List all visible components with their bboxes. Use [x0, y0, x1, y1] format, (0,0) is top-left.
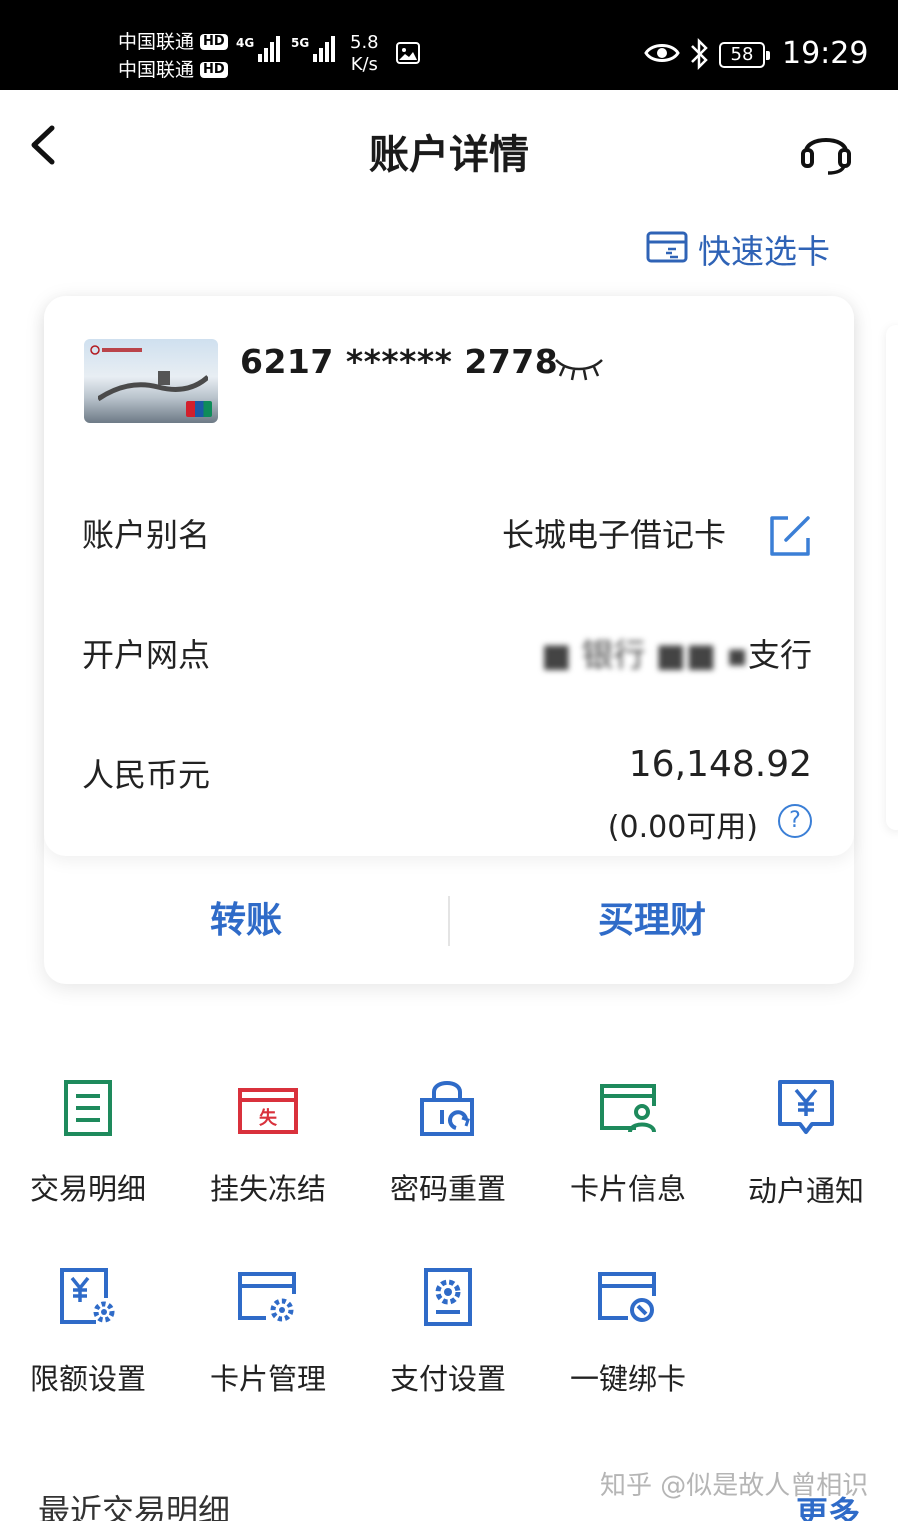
signal-5g-icon: 5G	[291, 36, 336, 62]
bluetooth-icon	[688, 36, 710, 76]
card-switch-icon	[646, 231, 688, 263]
eye-icon	[644, 40, 680, 70]
grid-item-label: 支付设置	[389, 1362, 506, 1396]
grid-item-password-reset[interactable]: 密码重置	[358, 1078, 538, 1208]
transfer-button[interactable]: 转账	[44, 891, 448, 951]
help-icon[interactable]: ?	[778, 804, 812, 838]
alias-value: 长城电子借记卡	[501, 516, 726, 554]
lock-reset-icon	[420, 1081, 474, 1136]
signal-4g-icon: 4G	[236, 36, 281, 62]
grid-item-card-management[interactable]: 卡片管理	[178, 1266, 358, 1398]
eye-closed-icon	[555, 359, 603, 381]
page-header: 账户详情	[0, 90, 898, 205]
buy-wealth-button[interactable]: 买理财	[450, 891, 854, 951]
recent-transactions-title: 最近交易明细	[38, 1492, 231, 1521]
pay-settings-icon	[424, 1268, 472, 1326]
balance-amount: 16,148.92	[628, 744, 812, 785]
hd-badge: HD	[200, 62, 228, 78]
bind-card-icon	[598, 1272, 656, 1322]
quick-select-label: 快速选卡	[698, 232, 830, 271]
status-bar: 中国联通 HD 中国联通 HD 4G 5G 5.8 K/s 58 19:29	[0, 0, 898, 90]
yuan-notice-icon	[778, 1080, 834, 1134]
lost-card-icon: 失	[238, 1088, 298, 1134]
branch-value: ■ 银行 ■■ ▪支行	[541, 630, 812, 676]
hd-badge: HD	[200, 34, 228, 50]
card-image	[84, 339, 218, 423]
grid-item-label: 挂失冻结	[209, 1172, 326, 1206]
limit-settings-icon	[60, 1268, 115, 1324]
branch-value-redacted: ■ 银行 ■■ ▪	[541, 636, 748, 674]
carrier-2: 中国联通	[118, 59, 195, 81]
carrier-1: 中国联通	[118, 31, 195, 53]
card-number: 6217 ****** 2778	[240, 342, 559, 381]
currency-label: 人民币元	[82, 756, 211, 794]
branch-label: 开户网点	[82, 636, 211, 674]
grid-item-label: 卡片管理	[209, 1362, 326, 1396]
battery-indicator: 58	[719, 42, 770, 68]
network-speed: 5.8 K/s	[350, 32, 379, 75]
gallery-icon	[396, 42, 420, 64]
grid-item-label: 一键绑卡	[569, 1362, 686, 1396]
svg-text:失: 失	[259, 1107, 278, 1129]
headset-icon	[801, 138, 851, 175]
grid-item-label: 交易明细	[29, 1172, 146, 1206]
grid-item-one-click-bind[interactable]: 一键绑卡	[538, 1266, 718, 1398]
toggle-visibility-button[interactable]	[552, 352, 606, 382]
grid-item-transaction-detail[interactable]: 交易明细	[0, 1078, 178, 1208]
edit-alias-button[interactable]	[766, 512, 814, 560]
alias-label: 账户别名	[82, 516, 211, 554]
grid-item-label: 密码重置	[389, 1172, 506, 1206]
card-actions: 转账 买理财	[44, 858, 854, 984]
bank-logo-icon	[90, 345, 142, 355]
quick-select-card-button[interactable]: 快速选卡	[646, 225, 830, 273]
grid-item-limit-settings[interactable]: 限额设置	[0, 1266, 178, 1398]
card-manage-icon	[238, 1272, 296, 1322]
carrier-info: 中国联通 HD 中国联通 HD	[118, 28, 228, 84]
customer-service-button[interactable]	[798, 122, 854, 178]
document-list-icon	[64, 1080, 112, 1136]
grid-item-label: 限额设置	[29, 1362, 146, 1396]
more-link[interactable]: 更多	[796, 1488, 860, 1521]
unionpay-logo	[186, 401, 212, 417]
page-title: 账户详情	[369, 132, 529, 178]
branch-value-suffix: 支行	[747, 636, 812, 674]
edit-icon	[770, 516, 810, 556]
next-card-peek[interactable]	[886, 325, 898, 830]
clock: 19:29	[782, 36, 869, 71]
grid-item-payment-settings[interactable]: 支付设置	[358, 1266, 538, 1398]
grid-item-report-loss[interactable]: 失 挂失冻结	[178, 1078, 358, 1208]
grid-item-label: 动户通知	[747, 1174, 864, 1208]
grid-item-account-notice[interactable]: 动户通知	[716, 1078, 896, 1210]
card-info-icon	[600, 1084, 656, 1133]
grid-item-label: 卡片信息	[569, 1172, 686, 1206]
available-balance: (0.00可用)	[607, 810, 758, 845]
grid-item-card-info[interactable]: 卡片信息	[538, 1078, 718, 1208]
